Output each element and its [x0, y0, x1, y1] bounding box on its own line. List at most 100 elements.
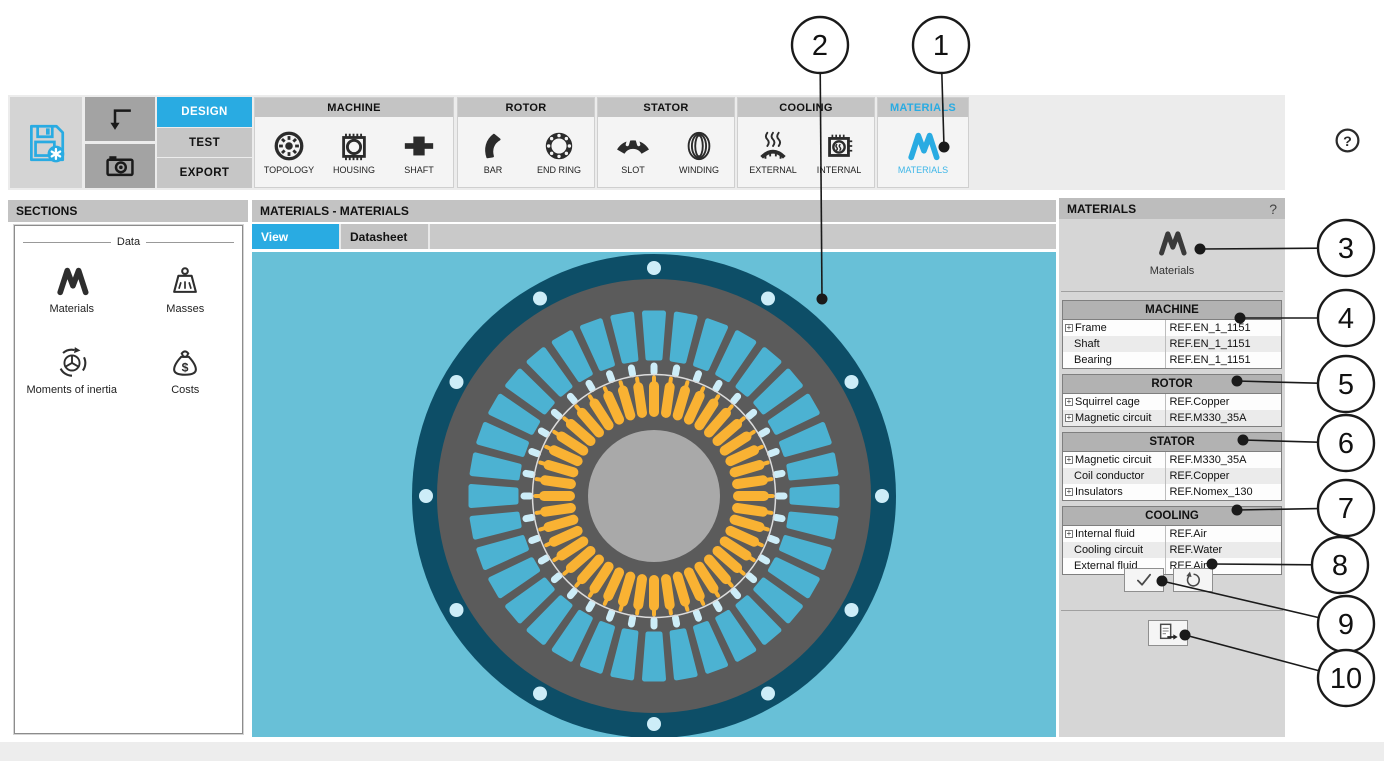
- table-row[interactable]: +InsulatorsREF.Nomex_130: [1063, 484, 1281, 500]
- mode-button-test[interactable]: TEST: [157, 128, 252, 158]
- group-header: STATOR: [598, 98, 734, 117]
- toolbar-group-cooling: COOLINGEXTERNALINTERNAL: [737, 97, 875, 188]
- callout-number: 10: [1330, 663, 1362, 695]
- row-label: Coil conductor: [1063, 468, 1165, 484]
- housing-icon: [337, 129, 371, 163]
- callout-number: 6: [1338, 428, 1354, 460]
- main-view: MATERIALS - MATERIALS ViewDatasheet: [252, 200, 1056, 737]
- row-label: +Internal fluid: [1063, 526, 1165, 542]
- mode-button-export[interactable]: EXPORT: [157, 158, 252, 188]
- callout-circle: [1318, 356, 1374, 412]
- callout-number: 8: [1332, 550, 1348, 582]
- toolbar-item-winding[interactable]: WINDING: [668, 129, 730, 175]
- data-item-materials[interactable]: Materials: [15, 264, 129, 315]
- table-row[interactable]: ShaftREF.EN_1_1151: [1063, 336, 1281, 352]
- help-button[interactable]: ?: [1334, 127, 1361, 154]
- data-item-masses[interactable]: Masses: [129, 264, 243, 315]
- materials-icon-label: Materials: [1059, 265, 1285, 277]
- table-header: MACHINE: [1063, 301, 1281, 320]
- group-body: BAREND RING: [458, 117, 594, 187]
- group-header: MATERIALS: [878, 98, 968, 117]
- row-label: Cooling circuit: [1063, 542, 1165, 558]
- callout-number: 2: [812, 30, 828, 62]
- expand-toggle-icon[interactable]: +: [1065, 488, 1073, 496]
- end-ring-icon: [542, 129, 576, 163]
- callout-number: 5: [1338, 369, 1354, 401]
- inertia-icon: [55, 345, 89, 379]
- screenshot-button[interactable]: [85, 144, 155, 188]
- toolbar-item-shaft[interactable]: SHAFT: [388, 129, 450, 175]
- data-item-moments-of-inertia[interactable]: Moments of inertia: [15, 345, 129, 396]
- data-item-costs[interactable]: $Costs: [129, 345, 243, 396]
- expand-toggle-icon[interactable]: +: [1065, 414, 1073, 422]
- rotor-bar-icon: [476, 129, 510, 163]
- view-title: MATERIALS - MATERIALS: [252, 200, 1056, 222]
- motor-cross-section: [252, 252, 1056, 737]
- table-row[interactable]: +Internal fluidREF.Air: [1063, 526, 1281, 542]
- expand-toggle-icon[interactable]: +: [1065, 398, 1073, 406]
- apply-button[interactable]: [1124, 568, 1164, 592]
- materials-icon: [55, 264, 89, 298]
- row-label: +Insulators: [1063, 484, 1165, 500]
- row-value[interactable]: REF.M330_35A: [1165, 452, 1281, 468]
- callout-circle: [1312, 537, 1368, 593]
- motor-view-canvas[interactable]: [252, 252, 1056, 737]
- masses-icon: [168, 264, 202, 298]
- shaft-icon: [402, 129, 436, 163]
- table-row[interactable]: BearingREF.EN_1_1151: [1063, 352, 1281, 368]
- stator-slot-icon: [616, 129, 650, 163]
- row-value[interactable]: REF.EN_1_1151: [1165, 336, 1281, 352]
- import-button[interactable]: [85, 97, 155, 141]
- row-value[interactable]: REF.Copper: [1165, 468, 1281, 484]
- materials-table-stator: STATOR+Magnetic circuitREF.M330_35ACoil …: [1062, 432, 1282, 501]
- table-row[interactable]: Coil conductorREF.Copper: [1063, 468, 1281, 484]
- row-value[interactable]: REF.EN_1_1151: [1165, 352, 1281, 368]
- mode-button-design[interactable]: DESIGN: [157, 97, 252, 127]
- materials-table-cooling: COOLING+Internal fluidREF.AirCooling cir…: [1062, 506, 1282, 575]
- table-row[interactable]: Cooling circuitREF.Water: [1063, 542, 1281, 558]
- group-body: SLOTWINDING: [598, 117, 734, 187]
- toolbar-item-slot[interactable]: SLOT: [602, 129, 664, 175]
- toolbar-item-end-ring[interactable]: END RING: [528, 129, 590, 175]
- toolbar-item-label: HOUSING: [333, 165, 375, 175]
- materials-icon: [1157, 228, 1187, 258]
- panel-help-button[interactable]: ?: [1269, 201, 1277, 217]
- materials-table-machine: MACHINE+FrameREF.EN_1_1151ShaftREF.EN_1_…: [1062, 300, 1282, 369]
- expand-toggle-icon[interactable]: +: [1065, 456, 1073, 464]
- toolbar-item-label: SHAFT: [404, 165, 434, 175]
- callout-circle: [1318, 290, 1374, 346]
- row-value[interactable]: REF.Air: [1165, 526, 1281, 542]
- restore-button[interactable]: [1173, 568, 1213, 592]
- callout-circle: [792, 17, 848, 73]
- row-label: +Magnetic circuit: [1063, 452, 1165, 468]
- row-value[interactable]: REF.Copper: [1165, 394, 1281, 410]
- row-value[interactable]: REF.EN_1_1151: [1165, 320, 1281, 336]
- expand-toggle-icon[interactable]: +: [1065, 530, 1073, 538]
- toolbar-item-bar[interactable]: BAR: [462, 129, 524, 175]
- table-row[interactable]: External fluidREF.Air: [1063, 558, 1281, 574]
- row-value[interactable]: REF.Nomex_130: [1165, 484, 1281, 500]
- import-arrow-icon: [105, 104, 135, 134]
- table-row[interactable]: +FrameREF.EN_1_1151: [1063, 320, 1281, 336]
- screenshot-camera-icon: [104, 150, 136, 182]
- table-row[interactable]: +Magnetic circuitREF.M330_35A: [1063, 410, 1281, 426]
- toolbar-item-housing[interactable]: HOUSING: [323, 129, 385, 175]
- export-button[interactable]: [1148, 620, 1188, 646]
- expand-toggle-icon[interactable]: +: [1065, 324, 1073, 332]
- toolbar-item-internal[interactable]: INTERNAL: [808, 129, 870, 175]
- bottom-strip: [0, 742, 1384, 761]
- table-row[interactable]: +Magnetic circuitREF.M330_35A: [1063, 452, 1281, 468]
- tab-view[interactable]: View: [252, 224, 341, 249]
- table-row[interactable]: +Squirrel cageREF.Copper: [1063, 394, 1281, 410]
- toolbar-item-external[interactable]: EXTERNAL: [742, 129, 804, 175]
- row-value[interactable]: REF.M330_35A: [1165, 410, 1281, 426]
- toolbar-item-materials[interactable]: MATERIALS: [892, 129, 954, 175]
- row-label: Shaft: [1063, 336, 1165, 352]
- row-value[interactable]: REF.Water: [1165, 542, 1281, 558]
- toolbar-item-label: TOPOLOGY: [264, 165, 314, 175]
- toolbar-item-topology[interactable]: TOPOLOGY: [258, 129, 320, 175]
- restore-icon: [1183, 570, 1203, 590]
- mode-buttons: DESIGNTESTEXPORT: [157, 97, 252, 188]
- save-button[interactable]: [10, 97, 82, 188]
- tab-datasheet[interactable]: Datasheet: [341, 224, 430, 249]
